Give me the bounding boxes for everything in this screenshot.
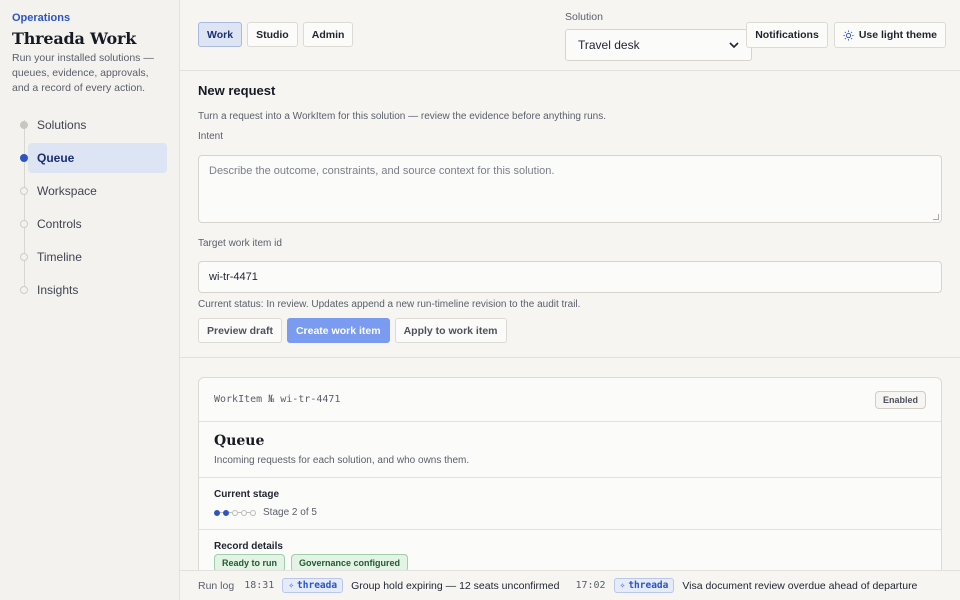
sidebar-item-label: Solutions: [37, 118, 87, 132]
intent-textarea[interactable]: Describe the outcome, constraints, and s…: [198, 155, 942, 223]
log-message: Group hold expiring — 12 seats unconfirm…: [351, 579, 560, 592]
diamond-icon: ✧: [288, 580, 295, 591]
status-badge: Enabled: [874, 390, 926, 409]
stage-dot-icon: [250, 509, 256, 516]
sidebar-item-workspace[interactable]: Workspace: [12, 176, 167, 206]
tab-admin[interactable]: Admin: [302, 22, 354, 47]
stage-section: Current stage Stage 2 of 5: [199, 478, 941, 530]
sidebar-item-solutions[interactable]: Solutions: [12, 110, 167, 140]
sidebar-item-label: Insights: [37, 283, 79, 297]
chevron-down-icon: [729, 42, 739, 48]
sidebar-item-label: Workspace: [37, 184, 97, 198]
log-source-chip[interactable]: ✧ threada: [282, 578, 344, 593]
request-actions: Preview draft Create work item Apply to …: [198, 318, 942, 343]
sidebar-item-queue[interactable]: Queue: [20, 143, 167, 173]
create-work-item-button[interactable]: Create work item: [286, 318, 390, 343]
top-bar: Work Studio Admin Solution Travel desk N…: [180, 0, 960, 71]
sidebar-item-label: Controls: [37, 217, 82, 231]
nav-dot-icon: [20, 154, 28, 162]
tab-work[interactable]: Work: [198, 22, 243, 47]
queue-section: Queue Incoming requests for each solutio…: [199, 422, 941, 478]
new-request-title: New request: [198, 83, 276, 98]
stage-text: Stage 2 of 5: [263, 507, 317, 518]
solution-select[interactable]: Travel desk: [565, 29, 752, 61]
log-source: threada: [297, 580, 338, 591]
new-request-subtitle: Turn a request into a WorkItem for this …: [198, 111, 606, 122]
nav-dot-icon: [20, 187, 28, 195]
top-actions: Notifications Use light theme: [746, 22, 946, 48]
target-id-input[interactable]: wi-tr-4471: [198, 261, 942, 293]
new-request-panel: New request Turn a request into a WorkIt…: [180, 71, 960, 358]
diamond-icon: ✧: [619, 580, 626, 591]
app-title: Threada Work: [12, 29, 137, 48]
theme-toggle-button[interactable]: Use light theme: [833, 22, 946, 48]
sun-icon: [843, 29, 854, 41]
current-status-text: Current status: In review. Updates appen…: [198, 299, 581, 310]
workspace-tabs: Work Studio Admin: [198, 22, 354, 47]
tab-studio[interactable]: Studio: [247, 22, 298, 47]
sidebar: Operations Threada Work Run your install…: [0, 0, 180, 600]
card-header: WorkItem № wi-tr-4471 Enabled: [199, 378, 941, 422]
log-source: threada: [628, 580, 669, 591]
sidebar-item-timeline[interactable]: Timeline: [12, 242, 167, 272]
stage-label: Current stage: [214, 489, 280, 500]
nav-dot-icon: [20, 220, 28, 228]
preview-draft-button[interactable]: Preview draft: [198, 318, 282, 343]
log-time: 18:31: [244, 580, 275, 591]
sidebar-item-label: Timeline: [37, 250, 82, 264]
solution-label: Solution: [565, 11, 603, 23]
stage-progress: Stage 2 of 5: [214, 507, 926, 518]
target-id-value: wi-tr-4471: [209, 271, 258, 283]
resize-grip-icon[interactable]: [933, 214, 939, 220]
log-message: Visa document review overdue ahead of de…: [682, 579, 918, 592]
queue-title: Queue: [214, 433, 265, 449]
log-source-chip[interactable]: ✧ threada: [613, 578, 675, 593]
sidebar-item-controls[interactable]: Controls: [12, 209, 167, 239]
record-details-label: Record details: [214, 541, 283, 552]
run-log-bar: Run log 18:31 ✧ threada Group hold expiri…: [180, 570, 960, 600]
sidebar-eyebrow: Operations: [12, 12, 71, 24]
run-log-label: Run log: [198, 579, 235, 592]
sidebar-item-insights[interactable]: Insights: [12, 275, 167, 305]
nav-dot-icon: [20, 121, 28, 129]
main-content: New request Turn a request into a WorkIt…: [180, 71, 960, 600]
intent-label: Intent: [198, 131, 224, 142]
solution-select-value: Travel desk: [578, 38, 640, 52]
work-item-card: WorkItem № wi-tr-4471 Enabled Queue Inco…: [198, 377, 942, 600]
nav-dot-icon: [20, 286, 28, 294]
sidebar-nav: Solutions Queue Workspace Controls Timel…: [12, 110, 167, 305]
notifications-button[interactable]: Notifications: [746, 22, 828, 48]
nav-dot-icon: [20, 253, 28, 261]
work-item-id: WorkItem № wi-tr-4471: [214, 394, 341, 405]
queue-description: Incoming requests for each solution, and…: [214, 455, 470, 466]
apply-to-work-item-button[interactable]: Apply to work item: [394, 318, 507, 343]
app-description: Run your installed solutions — queues, e…: [12, 52, 154, 94]
target-id-label: Target work item id: [198, 238, 282, 249]
intent-placeholder: Describe the outcome, constraints, and s…: [209, 165, 555, 177]
sidebar-item-label: Queue: [37, 151, 75, 165]
log-time: 17:02: [575, 580, 606, 591]
theme-toggle-label: Use light theme: [858, 29, 937, 41]
